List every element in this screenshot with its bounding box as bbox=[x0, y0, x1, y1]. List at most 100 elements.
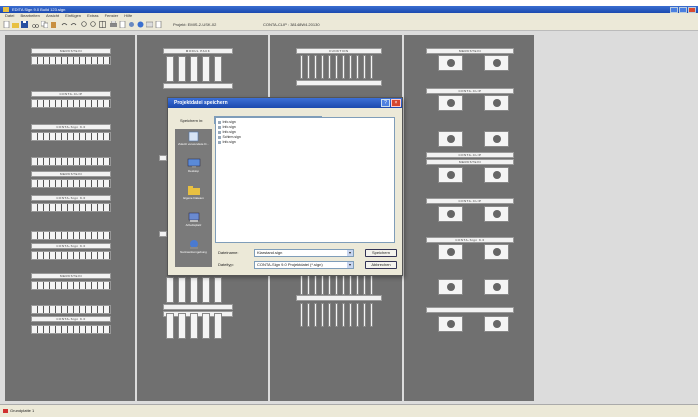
menu-insert[interactable]: Einfügen bbox=[65, 13, 81, 18]
new-file-icon[interactable] bbox=[3, 21, 10, 28]
terminal-strip[interactable] bbox=[31, 179, 111, 188]
socket-module[interactable] bbox=[484, 244, 509, 260]
socket-module[interactable] bbox=[484, 279, 509, 295]
plate-tab[interactable]: Grundplatte 1 bbox=[3, 408, 34, 413]
zoom-in-icon[interactable] bbox=[81, 21, 88, 28]
terminal-module[interactable] bbox=[178, 56, 186, 82]
menu-tools[interactable]: Extras bbox=[87, 13, 98, 18]
terminal-module[interactable] bbox=[190, 56, 198, 82]
terminal-block[interactable] bbox=[363, 55, 366, 79]
copy-icon[interactable] bbox=[41, 21, 48, 28]
file-list[interactable]: Info.sign Info.sign Info.sign Schirm.sig… bbox=[215, 117, 395, 243]
print-icon[interactable] bbox=[110, 21, 117, 28]
terminal-block[interactable] bbox=[349, 55, 352, 79]
terminal-module[interactable] bbox=[214, 313, 222, 339]
menu-view[interactable]: Ansicht bbox=[46, 13, 59, 18]
terminal-block[interactable] bbox=[321, 55, 324, 79]
terminal-block[interactable] bbox=[349, 303, 352, 327]
menu-help[interactable]: Hilfe bbox=[124, 13, 132, 18]
socket-module[interactable] bbox=[438, 95, 463, 111]
terminal-block[interactable] bbox=[335, 303, 338, 327]
preview-icon[interactable] bbox=[119, 21, 126, 28]
terminal-block[interactable] bbox=[300, 303, 303, 327]
mounting-plate-4[interactable]: MERKSTEIN CONTA-CLIP CONTA-CLIP MERKSTEI… bbox=[404, 35, 534, 401]
terminal-module[interactable] bbox=[214, 277, 222, 303]
terminal-block[interactable] bbox=[321, 303, 324, 327]
terminal-module[interactable] bbox=[202, 56, 210, 82]
terminal-module[interactable] bbox=[178, 313, 186, 339]
menu-window[interactable]: Fenster bbox=[105, 13, 119, 18]
socket-module[interactable] bbox=[484, 167, 509, 183]
info-icon[interactable] bbox=[137, 21, 144, 28]
save-button[interactable]: Speichern bbox=[365, 249, 397, 257]
socket-module[interactable] bbox=[438, 316, 463, 332]
terminal-block[interactable] bbox=[307, 303, 310, 327]
terminal-block[interactable] bbox=[363, 303, 366, 327]
terminal-module[interactable] bbox=[166, 56, 174, 82]
settings-icon[interactable] bbox=[128, 21, 135, 28]
terminal-block[interactable] bbox=[307, 55, 310, 79]
menu-edit[interactable]: Bearbeiten bbox=[20, 13, 39, 18]
place-my-documents[interactable]: Eigene Dateien bbox=[175, 183, 212, 209]
terminal-strip[interactable] bbox=[31, 203, 111, 212]
terminal-block[interactable] bbox=[314, 55, 317, 79]
terminal-module[interactable] bbox=[166, 313, 174, 339]
terminal-module[interactable] bbox=[190, 277, 198, 303]
terminal-strip[interactable] bbox=[31, 305, 111, 314]
place-network[interactable]: Netzwerkumgebung bbox=[175, 237, 212, 263]
dialog-close-button[interactable]: × bbox=[391, 99, 401, 107]
undo-icon[interactable] bbox=[61, 21, 68, 28]
terminal-strip[interactable] bbox=[31, 157, 111, 166]
terminal-module[interactable] bbox=[202, 277, 210, 303]
mounting-plate-1[interactable]: MERKSTEIN CONTA-CLIP CONTA-Sign 9.0 MERK… bbox=[5, 35, 135, 401]
terminal-block[interactable] bbox=[335, 55, 338, 79]
terminal-strip[interactable] bbox=[31, 231, 111, 240]
terminal-block[interactable] bbox=[342, 55, 345, 79]
terminal-module[interactable] bbox=[190, 313, 198, 339]
terminal-block[interactable] bbox=[314, 303, 317, 327]
filename-input[interactable]: Klarstand.sign ▾ bbox=[254, 249, 354, 257]
socket-module[interactable] bbox=[438, 279, 463, 295]
zoom-out-icon[interactable] bbox=[90, 21, 97, 28]
terminal-strip[interactable] bbox=[31, 132, 111, 141]
place-desktop[interactable]: Desktop bbox=[175, 156, 212, 182]
terminal-block[interactable] bbox=[370, 303, 373, 327]
help-button[interactable]: ? bbox=[381, 99, 390, 107]
place-recent[interactable]: Zuletzt verwendete D... bbox=[175, 129, 212, 155]
place-my-computer[interactable]: Arbeitsplatz bbox=[175, 210, 212, 236]
terminal-strip[interactable] bbox=[31, 281, 111, 290]
socket-module[interactable] bbox=[438, 244, 463, 260]
terminal-module[interactable] bbox=[166, 277, 174, 303]
print-preview-icon[interactable] bbox=[155, 21, 162, 28]
terminal-strip[interactable] bbox=[31, 325, 111, 334]
terminal-strip[interactable] bbox=[31, 56, 111, 65]
cut-icon[interactable] bbox=[32, 21, 39, 28]
terminal-block[interactable] bbox=[328, 303, 331, 327]
socket-module[interactable] bbox=[438, 55, 463, 71]
terminal-block[interactable] bbox=[342, 303, 345, 327]
socket-module[interactable] bbox=[484, 131, 509, 147]
socket-module[interactable] bbox=[438, 167, 463, 183]
socket-module[interactable] bbox=[484, 95, 509, 111]
terminal-module[interactable] bbox=[178, 277, 186, 303]
close-button[interactable] bbox=[688, 6, 696, 13]
terminal-module[interactable] bbox=[214, 56, 222, 82]
terminal-block[interactable] bbox=[356, 303, 359, 327]
minimize-button[interactable] bbox=[670, 6, 678, 13]
terminal-block[interactable] bbox=[356, 55, 359, 79]
socket-module[interactable] bbox=[484, 316, 509, 332]
terminal-block[interactable] bbox=[370, 55, 373, 79]
save-icon[interactable] bbox=[21, 21, 28, 28]
grid-icon[interactable] bbox=[99, 21, 106, 28]
terminal-strip[interactable] bbox=[31, 99, 111, 108]
maximize-button[interactable] bbox=[679, 6, 687, 13]
socket-module[interactable] bbox=[438, 131, 463, 147]
cancel-button[interactable]: Abbrechen bbox=[365, 261, 397, 269]
open-folder-icon[interactable] bbox=[12, 21, 19, 28]
terminal-block[interactable] bbox=[328, 55, 331, 79]
terminal-module[interactable] bbox=[202, 313, 210, 339]
socket-module[interactable] bbox=[438, 206, 463, 222]
paste-icon[interactable] bbox=[50, 21, 57, 28]
redo-icon[interactable] bbox=[70, 21, 77, 28]
menu-file[interactable]: Datei bbox=[5, 13, 14, 18]
